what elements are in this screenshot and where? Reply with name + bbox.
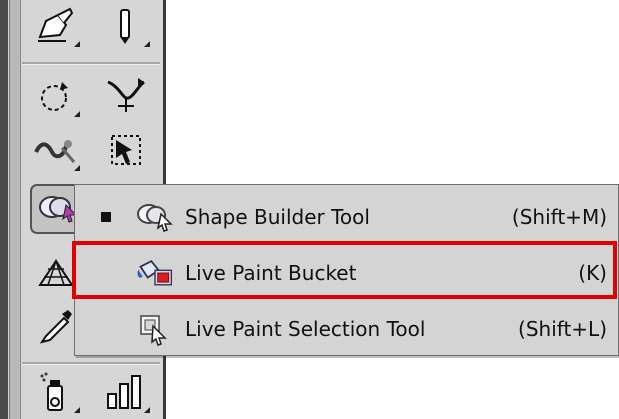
flyout-indicator: [74, 165, 80, 171]
panel-separator: [22, 62, 160, 65]
panel-edge: [0, 0, 8, 419]
paint-tube-tool-button[interactable]: [100, 2, 152, 50]
menu-item-label: Live Paint Bucket: [185, 261, 357, 285]
illustrator-tools-screenshot: Shape Builder Tool (Shift+M) Live Paint …: [0, 0, 619, 419]
eyedropper-tool-icon: [36, 306, 76, 346]
flyout-indicator: [144, 41, 150, 47]
selected-bullet-icon: [101, 212, 111, 222]
live-paint-bucket-icon: [135, 256, 175, 290]
paint-tube-tool-icon: [111, 6, 141, 46]
panel-separator: [22, 362, 160, 365]
column-graph-tool-button[interactable]: [100, 368, 152, 416]
pen-drawing-tool-icon: [36, 7, 76, 45]
width-puppet-tool-icon: [104, 76, 148, 116]
shape-builder-flyout-menu: Shape Builder Tool (Shift+M) Live Paint …: [74, 184, 619, 356]
menu-item-live-paint-selection-tool[interactable]: Live Paint Selection Tool (Shift+L): [81, 303, 613, 355]
menu-item-shortcut: (Shift+L): [518, 317, 607, 341]
rotate-tool-icon: [36, 76, 76, 116]
menu-item-live-paint-bucket[interactable]: Live Paint Bucket (K): [81, 247, 613, 299]
flyout-indicator: [74, 407, 80, 413]
menu-item-label: Live Paint Selection Tool: [185, 317, 426, 341]
menu-item-shape-builder-tool[interactable]: Shape Builder Tool (Shift+M): [81, 191, 613, 243]
flyout-indicator: [74, 41, 80, 47]
column-graph-tool-icon: [104, 372, 148, 412]
perspective-grid-tool-icon: [36, 253, 76, 291]
menu-item-shortcut: (K): [578, 261, 607, 285]
menu-item-shortcut: (Shift+M): [511, 205, 607, 229]
free-transform-tool-icon: [106, 130, 146, 170]
free-transform-tool-button[interactable]: [100, 126, 152, 174]
width-tool-button[interactable]: [100, 72, 152, 120]
flyout-indicator: [144, 407, 150, 413]
live-paint-selection-icon: [135, 312, 175, 346]
panel-gripper[interactable]: [9, 0, 21, 419]
symbol-sprayer-tool-button[interactable]: [30, 368, 82, 416]
warp-tool-button[interactable]: [30, 126, 82, 174]
pen-drawing-tool-button[interactable]: [30, 2, 82, 50]
symbol-sprayer-tool-icon: [36, 370, 76, 414]
flyout-indicator: [74, 111, 80, 117]
warp-tool-icon: [34, 130, 78, 170]
rotate-tool-button[interactable]: [30, 72, 82, 120]
menu-item-label: Shape Builder Tool: [185, 205, 370, 229]
shape-builder-icon: [135, 200, 175, 234]
